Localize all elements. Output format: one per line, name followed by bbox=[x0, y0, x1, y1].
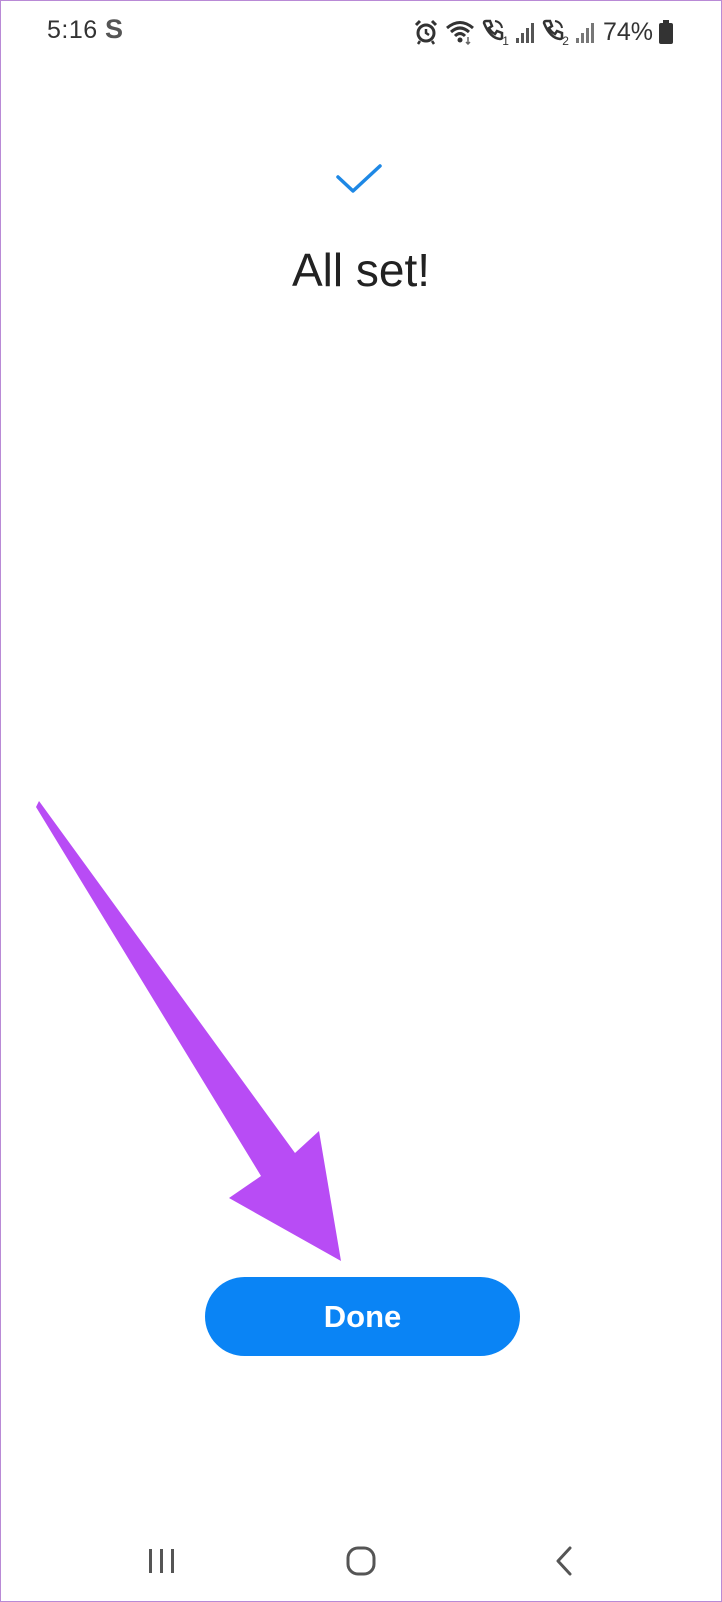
call-sim2-icon: 2 bbox=[541, 18, 569, 48]
home-button[interactable] bbox=[331, 1539, 391, 1583]
page-title: All set! bbox=[291, 244, 431, 296]
alarm-icon bbox=[414, 19, 438, 45]
home-icon bbox=[346, 1546, 376, 1576]
back-button[interactable] bbox=[534, 1539, 594, 1583]
status-bar: 5:16 S 1 2 74% bbox=[1, 1, 721, 63]
recent-apps-icon bbox=[149, 1549, 174, 1573]
done-button[interactable]: Done bbox=[205, 1277, 520, 1356]
navigation-bar bbox=[1, 1521, 721, 1601]
sim2-label: 2 bbox=[562, 34, 569, 48]
battery-percent: 74% bbox=[602, 17, 653, 46]
signal-sim1-icon bbox=[515, 23, 534, 43]
checkmark-icon bbox=[336, 164, 382, 193]
sim1-label: 1 bbox=[502, 34, 509, 48]
battery-icon bbox=[659, 20, 673, 44]
wifi-icon bbox=[445, 21, 474, 45]
back-icon bbox=[556, 1546, 572, 1576]
status-time: 5:16 bbox=[47, 16, 98, 44]
call-sim1-icon: 1 bbox=[481, 18, 509, 48]
signal-sim2-icon bbox=[575, 23, 594, 43]
arrow-pointer-icon bbox=[36, 801, 341, 1261]
s-app-icon: S bbox=[105, 14, 124, 44]
status-icons: 1 2 74% bbox=[413, 15, 673, 49]
screen: 5:16 S 1 2 74% All set! Done bbox=[0, 0, 722, 1602]
recent-apps-button[interactable] bbox=[132, 1539, 192, 1583]
